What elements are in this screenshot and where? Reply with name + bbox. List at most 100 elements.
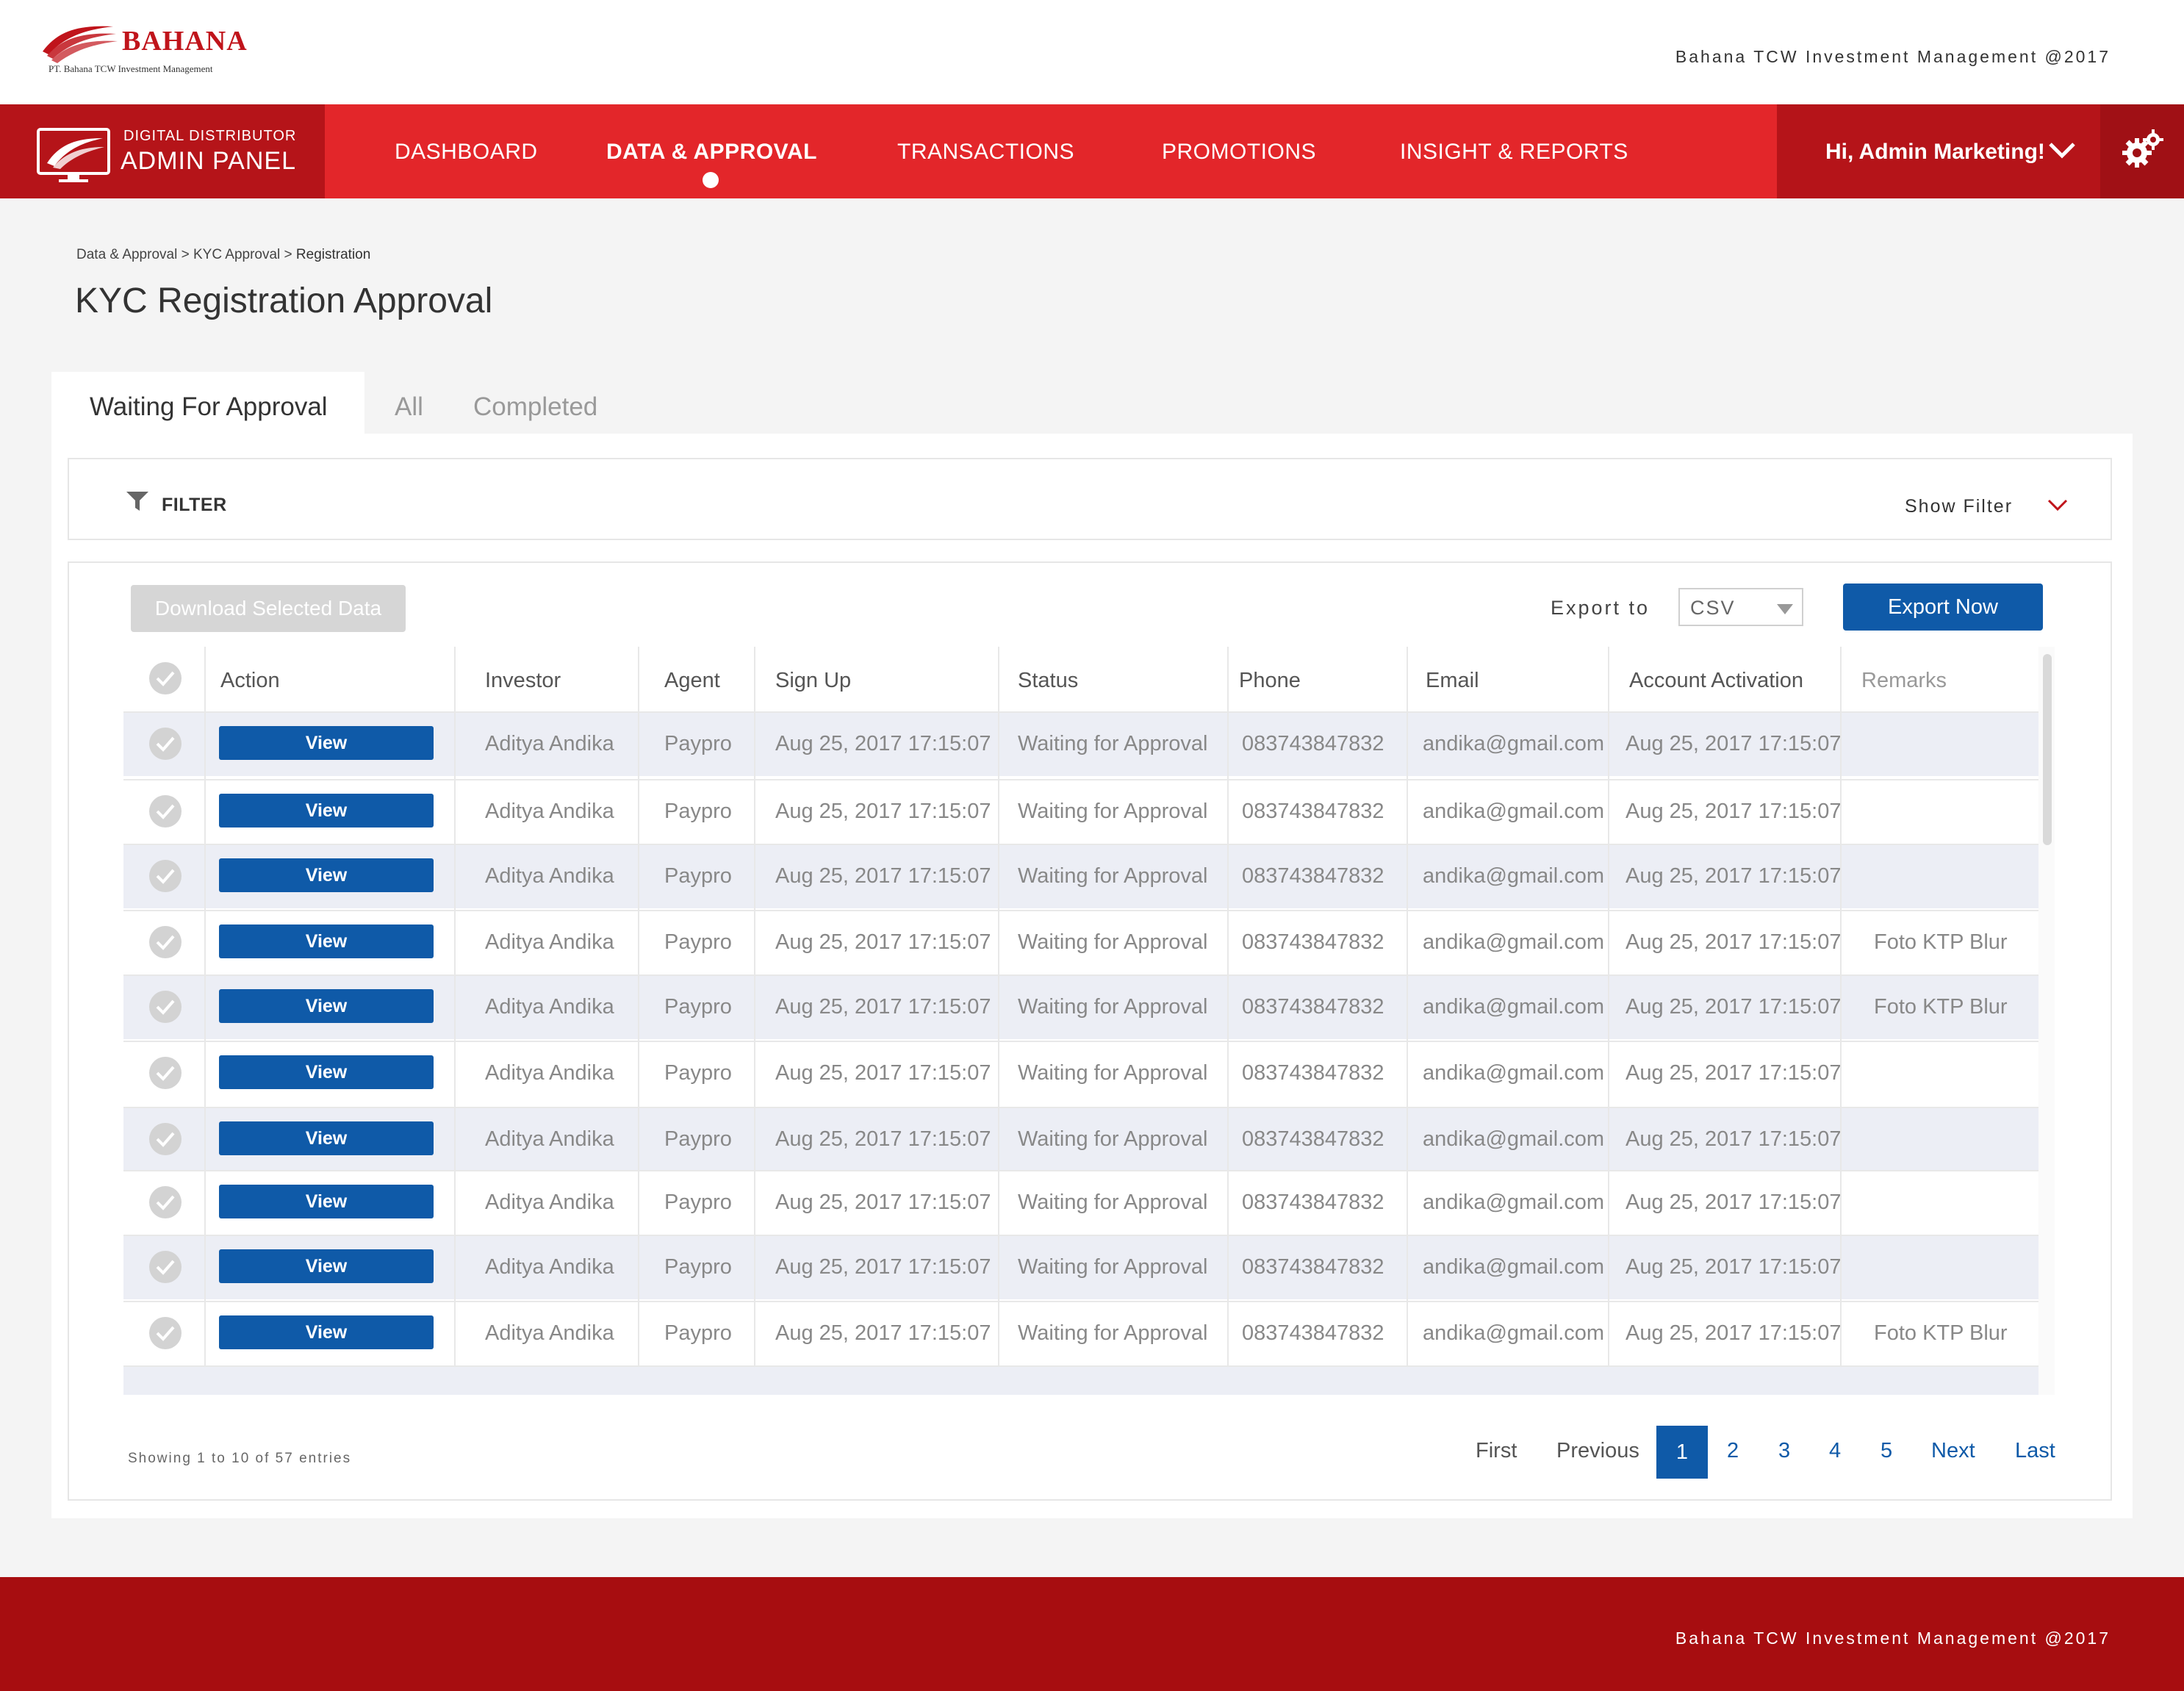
chevron-down-icon[interactable] <box>2047 498 2068 512</box>
column-header-phone[interactable]: Phone <box>1239 669 1301 693</box>
cell-sign-up: Aug 25, 2017 17:15:07 <box>775 1255 991 1279</box>
column-header-account-activation[interactable]: Account Activation <box>1629 669 1803 693</box>
pagination-page-1[interactable]: 1 <box>1656 1426 1708 1479</box>
check-circle-icon[interactable] <box>148 1250 182 1284</box>
logo-subtitle: PT. Bahana TCW Investment Management <box>49 63 213 74</box>
column-header-email[interactable]: Email <box>1426 669 1479 693</box>
cell-phone: 083743847832 <box>1242 1127 1384 1151</box>
tab-completed[interactable]: Completed <box>473 392 597 422</box>
row-divider <box>123 910 2038 911</box>
cell-status: Waiting for Approval <box>1018 800 1208 823</box>
cell-investor: Aditya Andika <box>485 1127 614 1151</box>
check-circle-icon[interactable] <box>148 1122 182 1156</box>
gear-icon <box>2122 129 2163 168</box>
view-button[interactable]: View <box>219 1315 434 1349</box>
admin-panel-brand[interactable]: DIGITAL DISTRIBUTOR ADMIN PANEL <box>0 104 325 198</box>
check-circle-icon[interactable] <box>148 661 182 695</box>
settings-button[interactable] <box>2100 104 2184 198</box>
chevron-down-icon <box>2049 143 2075 159</box>
pagination-page-3[interactable]: 3 <box>1778 1439 1790 1463</box>
breadcrumb-data-approval[interactable]: Data & Approval <box>76 247 177 262</box>
check-circle-icon[interactable] <box>148 925 182 959</box>
cell-email: andika@gmail.com <box>1423 1191 1605 1214</box>
cell-status: Waiting for Approval <box>1018 1191 1208 1214</box>
cell-agent: Paypro <box>664 995 732 1019</box>
cell-sign-up: Aug 25, 2017 17:15:07 <box>775 930 991 954</box>
cell-phone: 083743847832 <box>1242 1321 1384 1345</box>
view-button[interactable]: View <box>219 1121 434 1155</box>
view-button[interactable]: View <box>219 1055 434 1089</box>
cell-phone: 083743847832 <box>1242 1191 1384 1214</box>
row-divider <box>123 1170 2038 1171</box>
tab-all[interactable]: All <box>395 392 423 422</box>
cell-phone: 083743847832 <box>1242 995 1384 1019</box>
cell-email: andika@gmail.com <box>1423 864 1605 888</box>
export-now-button[interactable]: Export Now <box>1843 584 2043 631</box>
cell-sign-up: Aug 25, 2017 17:15:07 <box>775 1321 991 1345</box>
table-row: View Aditya Andika Paypro Aug 25, 2017 17:1… <box>123 711 2038 776</box>
cell-phone: 083743847832 <box>1242 732 1384 755</box>
column-header-action: Action <box>220 669 280 692</box>
table-row: View Aditya Andika Paypro Aug 25, 2017 17:1… <box>123 1235 2038 1299</box>
cell-sign-up: Aug 25, 2017 17:15:07 <box>775 732 991 755</box>
page-footer: Bahana TCW Investment Management @2017 <box>0 1577 2184 1691</box>
nav-insight-reports[interactable]: INSIGHT & REPORTS <box>1400 140 1628 165</box>
check-circle-icon[interactable] <box>148 794 182 828</box>
nav-promotions[interactable]: PROMOTIONS <box>1162 140 1316 165</box>
column-header-investor[interactable]: Investor <box>485 669 561 693</box>
cell-investor: Aditya Andika <box>485 1061 614 1085</box>
download-selected-button[interactable]: Download Selected Data <box>131 585 406 632</box>
export-format-select[interactable]: CSV <box>1678 588 1803 626</box>
pagination-page-4[interactable]: 4 <box>1829 1439 1841 1463</box>
cell-account-activation: Aug 25, 2017 17:15:07 <box>1626 1061 1842 1085</box>
check-circle-icon[interactable] <box>148 859 182 893</box>
view-button[interactable]: View <box>219 925 434 958</box>
row-divider <box>123 711 2038 713</box>
view-button[interactable]: View <box>219 989 434 1023</box>
nav-data-approval[interactable]: DATA & APPROVAL <box>606 140 817 165</box>
check-circle-icon[interactable] <box>148 727 182 761</box>
cell-sign-up: Aug 25, 2017 17:15:07 <box>775 1061 991 1085</box>
view-button[interactable]: View <box>219 1249 434 1283</box>
pagination-page-5[interactable]: 5 <box>1881 1439 1892 1463</box>
cell-phone: 083743847832 <box>1242 864 1384 888</box>
cell-account-activation: Aug 25, 2017 17:15:07 <box>1626 1255 1842 1279</box>
view-button[interactable]: View <box>219 794 434 827</box>
view-button[interactable]: View <box>219 1185 434 1218</box>
check-circle-icon[interactable] <box>148 1185 182 1219</box>
pagination-next[interactable]: Next <box>1931 1439 1975 1463</box>
cell-sign-up: Aug 25, 2017 17:15:07 <box>775 995 991 1019</box>
view-button[interactable]: View <box>219 726 434 760</box>
pagination-last[interactable]: Last <box>2015 1439 2055 1463</box>
filter-label: FILTER <box>162 495 227 515</box>
view-button[interactable]: View <box>219 858 434 892</box>
check-circle-icon[interactable] <box>148 990 182 1024</box>
bahana-logo[interactable]: BAHANA PT. Bahana TCW Investment Managem… <box>37 22 257 81</box>
cell-status: Waiting for Approval <box>1018 1255 1208 1279</box>
cell-account-activation: Aug 25, 2017 17:15:07 <box>1626 1321 1842 1345</box>
tab-waiting-for-approval[interactable]: Waiting For Approval <box>90 392 328 422</box>
nav-dashboard[interactable]: DASHBOARD <box>395 140 538 165</box>
user-menu[interactable]: Hi, Admin Marketing! <box>1777 104 2100 198</box>
brand-subtitle: DIGITAL DISTRIBUTOR <box>123 128 297 144</box>
column-header-sign-up[interactable]: Sign Up <box>775 669 851 693</box>
table-scrollbar-thumb[interactable] <box>2043 654 2052 845</box>
pagination-previous[interactable]: Previous <box>1556 1439 1639 1463</box>
nav-transactions[interactable]: TRANSACTIONS <box>897 140 1074 165</box>
column-divider <box>638 647 639 1395</box>
bahana-logo-icon <box>43 26 118 63</box>
breadcrumb-separator: > <box>280 247 296 262</box>
table-row: View Aditya Andika Paypro Aug 25, 2017 17:1… <box>123 974 2038 1039</box>
check-circle-icon[interactable] <box>148 1056 182 1090</box>
breadcrumb-kyc-approval[interactable]: KYC Approval <box>193 247 280 262</box>
pagination-first[interactable]: First <box>1476 1439 1517 1463</box>
show-filter-toggle[interactable]: Show Filter <box>1905 496 2013 517</box>
column-header-status[interactable]: Status <box>1018 669 1078 693</box>
column-header-agent[interactable]: Agent <box>664 669 720 693</box>
pagination-page-2[interactable]: 2 <box>1727 1439 1739 1463</box>
cell-status: Waiting for Approval <box>1018 864 1208 888</box>
check-circle-icon[interactable] <box>148 1316 182 1350</box>
row-divider <box>123 844 2038 845</box>
main-navbar: DIGITAL DISTRIBUTOR ADMIN PANEL DASHBOAR… <box>0 104 2184 198</box>
column-divider <box>454 647 456 1395</box>
